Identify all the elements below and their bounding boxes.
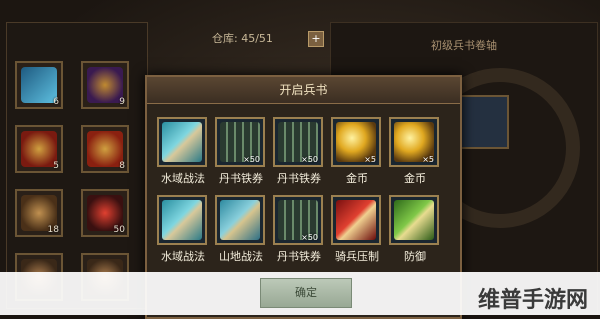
slot-count: 9 [119, 97, 125, 107]
item-label: 水域战法 [161, 172, 205, 185]
item-qty: ×50 [301, 155, 318, 164]
reward-item[interactable]: 骑兵压制 [331, 195, 383, 264]
inventory-slot[interactable]: 8 [81, 125, 129, 173]
scroll-panel-title: 初级兵书卷轴 [431, 39, 497, 52]
reward-item[interactable]: ×50 丹书铁券 [215, 117, 267, 186]
expand-warehouse-button[interactable]: + [308, 31, 324, 47]
inventory-slot[interactable]: 18 [15, 189, 63, 237]
blue-scroll-icon [21, 67, 57, 103]
reward-item[interactable]: ×50 丹书铁券 [273, 117, 325, 186]
reward-item[interactable]: ×5 金币 [331, 117, 383, 186]
item-label: 金币 [404, 172, 426, 185]
reward-item[interactable]: 水域战法 [157, 195, 209, 264]
cavalry-scroll-icon [336, 200, 376, 240]
reward-item[interactable]: 水域战法 [157, 117, 209, 186]
inventory-slot[interactable]: 9 [81, 61, 129, 109]
inventory-slot[interactable]: 50 [81, 189, 129, 237]
mountain-scroll-icon [220, 200, 260, 240]
scroll-preview-slot [455, 95, 509, 149]
item-qty: ×5 [364, 155, 376, 164]
slot-count: 50 [113, 225, 125, 235]
slot-count: 18 [47, 225, 59, 235]
reward-item[interactable]: ×5 金币 [389, 117, 441, 186]
slot-count: 6 [53, 97, 59, 107]
item-label: 丹书铁券 [277, 172, 321, 185]
reward-item[interactable]: 防御 [389, 195, 441, 264]
item-qty: ×50 [243, 155, 260, 164]
water-scroll-icon [162, 200, 202, 240]
water-scroll-icon [162, 122, 202, 162]
item-label: 水域战法 [161, 250, 205, 263]
item-label: 金币 [346, 172, 368, 185]
item-label: 防御 [404, 250, 426, 263]
confirm-button[interactable]: 确定 [260, 278, 352, 308]
item-label: 骑兵压制 [335, 250, 379, 263]
slot-count: 8 [119, 161, 125, 171]
item-label: 山地战法 [219, 250, 263, 263]
item-qty: ×50 [301, 233, 318, 242]
defense-scroll-icon [394, 200, 434, 240]
inventory-panel: 6 9 5 8 18 50 [6, 22, 148, 309]
reward-item[interactable]: 山地战法 [215, 195, 267, 264]
red-armor-icon [21, 131, 57, 167]
dialog-title: 开启兵书 [147, 77, 460, 104]
reward-item[interactable]: ×50 丹书铁券 [273, 195, 325, 264]
slot-count: 5 [53, 161, 59, 171]
inventory-slot[interactable]: 6 [15, 61, 63, 109]
red-armor-icon [87, 131, 123, 167]
item-qty: ×5 [422, 155, 434, 164]
inventory-slot[interactable]: 5 [15, 125, 63, 173]
item-label: 丹书铁券 [219, 172, 263, 185]
item-label: 丹书铁券 [277, 250, 321, 263]
purple-pouch-icon [87, 67, 123, 103]
warehouse-capacity: 仓库: 45/51 [212, 32, 273, 45]
watermark-text: 维普手游网 [477, 288, 588, 313]
